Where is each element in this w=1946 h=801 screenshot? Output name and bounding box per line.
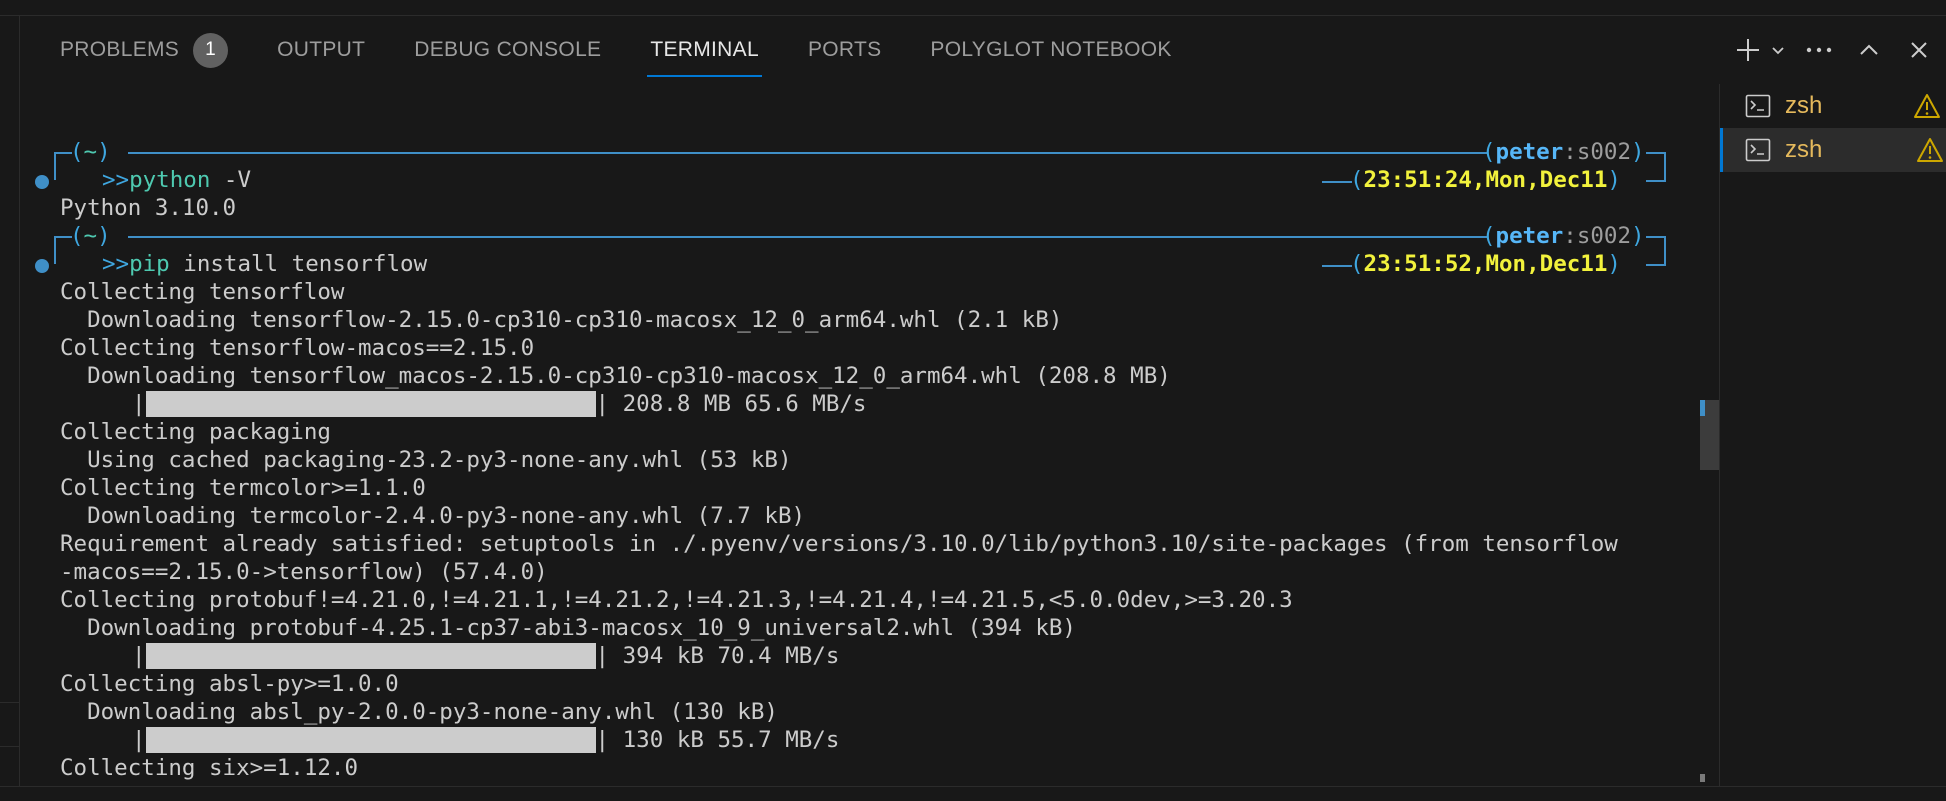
terminal-tab-label: zsh: [1785, 92, 1823, 119]
terminal-panel: PROBLEMS 1 OUTPUT DEBUG CONSOLE TERMINAL…: [0, 0, 1946, 801]
terminal-profiles-dropdown[interactable]: [1764, 32, 1792, 68]
prompt-frame: [1646, 236, 1666, 238]
prompt-dir: (~): [70, 223, 111, 249]
more-icon: [1806, 47, 1832, 53]
prompt-frame: [1646, 152, 1666, 154]
terminal-icon: [1745, 138, 1771, 162]
bottom-divider: [0, 786, 1946, 801]
prompt-frame: [128, 152, 1488, 154]
command-success-decoration[interactable]: [35, 175, 49, 189]
prompt-user-session: (peter:s002): [1482, 139, 1645, 165]
output-line: Requirement already satisfied: setuptool…: [60, 531, 1618, 557]
prompt-frame: [1646, 180, 1666, 182]
chevron-up-icon: [1860, 44, 1878, 55]
output-line: Downloading tensorflow-2.15.0-cp310-cp31…: [60, 307, 1063, 333]
tab-label: DEBUG CONSOLE: [414, 38, 602, 61]
chevron-down-icon: [1772, 47, 1784, 55]
gutter-divider: [0, 746, 19, 747]
output-line: Collecting tensorflow: [60, 279, 345, 305]
terminal-tab-label: zsh: [1785, 136, 1823, 163]
prompt-frame: [54, 236, 56, 264]
tab-ports[interactable]: PORTS: [808, 32, 881, 68]
progress-bar: [145, 391, 596, 417]
terminal-tab-zsh-1[interactable]: zsh: [1720, 84, 1946, 128]
output-line: Using cached packaging-23.2-py3-none-any…: [60, 447, 792, 473]
output-line: -macos==2.15.0->tensorflow) (57.4.0): [60, 559, 548, 585]
close-panel-button[interactable]: [1904, 32, 1934, 68]
download-progress-line: | | 130 kB 55.7 MB/s: [132, 727, 840, 753]
terminal-tabs-list: zsh zsh: [1719, 84, 1946, 800]
output-line: Python 3.10.0: [60, 195, 237, 221]
terminal-output[interactable]: (~) (peter:s002) >>python -V (23:51:24,M…: [20, 96, 1700, 800]
command-line: >>pip install tensorflow: [102, 251, 428, 277]
tab-label: PROBLEMS: [60, 38, 180, 61]
tab-terminal[interactable]: TERMINAL: [647, 32, 762, 77]
command-success-decoration[interactable]: [35, 259, 49, 273]
output-line: Collecting six>=1.12.0: [60, 755, 359, 781]
panel-actions: [1732, 32, 1946, 68]
download-progress-line: | | 208.8 MB 65.6 MB/s: [132, 391, 867, 417]
output-line: Downloading protobuf-4.25.1-cp37-abi3-ma…: [60, 615, 1076, 641]
problems-count-badge: 1: [193, 32, 229, 68]
tab-problems[interactable]: PROBLEMS 1: [60, 32, 229, 68]
prompt-frame: [1322, 181, 1352, 183]
output-line: Collecting absl-py>=1.0.0: [60, 671, 399, 697]
terminal-tab-zsh-2[interactable]: zsh: [1720, 128, 1946, 172]
left-gutter-strip: [0, 16, 20, 800]
panel-tabs: PROBLEMS 1 OUTPUT DEBUG CONSOLE TERMINAL…: [60, 32, 1221, 78]
output-line: Collecting termcolor>=1.1.0: [60, 475, 426, 501]
prompt-time: (23:51:52,Mon,Dec11): [1350, 251, 1621, 277]
scrollbar-marker: [1700, 400, 1705, 416]
command-line: >>python -V: [102, 167, 252, 193]
prompt-frame: [1646, 264, 1666, 266]
output-line: Downloading termcolor-2.4.0-py3-none-any…: [60, 503, 806, 529]
gutter-divider: [0, 702, 19, 703]
download-progress-line: | | 394 kB 70.4 MB/s: [132, 643, 840, 669]
maximize-panel-button[interactable]: [1854, 32, 1884, 68]
more-actions-button[interactable]: [1804, 32, 1834, 68]
prompt-user-session: (peter:s002): [1482, 223, 1645, 249]
close-icon: [1911, 42, 1927, 58]
prompt-time: (23:51:24,Mon,Dec11): [1350, 167, 1621, 193]
warning-icon[interactable]: [1913, 93, 1941, 119]
top-divider: [0, 0, 1946, 16]
output-line: Collecting packaging: [60, 419, 331, 445]
new-terminal-button[interactable]: [1732, 32, 1764, 68]
prompt-frame: [1664, 236, 1666, 264]
tab-label: TERMINAL: [650, 38, 759, 61]
tab-debug-console[interactable]: DEBUG CONSOLE: [414, 32, 601, 68]
scrollbar-marker: [1700, 774, 1705, 782]
prompt-frame: [1664, 152, 1666, 180]
warning-icon[interactable]: [1916, 137, 1944, 163]
tab-output[interactable]: OUTPUT: [277, 32, 365, 68]
progress-bar: [145, 727, 596, 753]
terminal-scrollbar[interactable]: [1700, 84, 1719, 784]
output-line: Collecting protobuf!=4.21.0,!=4.21.1,!=4…: [60, 587, 1293, 613]
tab-label: OUTPUT: [277, 38, 366, 61]
prompt-frame: [1322, 265, 1352, 267]
output-line: Downloading absl_py-2.0.0-py3-none-any.w…: [60, 699, 778, 725]
prompt-frame: [54, 166, 56, 180]
plus-icon: [1737, 39, 1759, 61]
tab-label: PORTS: [807, 38, 882, 61]
output-line: Downloading tensorflow_macos-2.15.0-cp31…: [60, 363, 1171, 389]
prompt-dir: (~): [70, 139, 111, 165]
prompt-frame: [128, 236, 1488, 238]
tab-label: POLYGLOT NOTEBOOK: [930, 38, 1172, 61]
tab-polyglot-notebook[interactable]: POLYGLOT NOTEBOOK: [930, 32, 1171, 68]
terminal-icon: [1745, 94, 1771, 118]
progress-bar: [145, 643, 596, 669]
output-line: Collecting tensorflow-macos==2.15.0: [60, 335, 535, 361]
